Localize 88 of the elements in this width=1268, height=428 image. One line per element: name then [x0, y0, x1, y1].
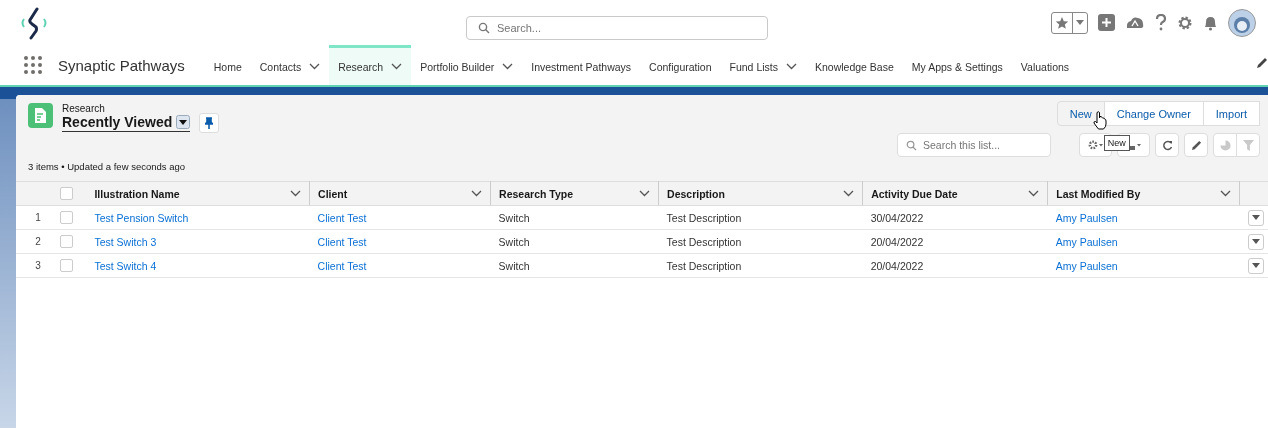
favorites-button[interactable]: [1051, 11, 1088, 34]
list-status-text: 3 items • Updated a few seconds ago: [16, 157, 1268, 181]
pin-button[interactable]: [199, 113, 220, 133]
search-icon: [478, 22, 490, 34]
table-cell: Switch: [490, 205, 659, 230]
nav-tab[interactable]: Configuration: [640, 45, 721, 85]
app-name: Synaptic Pathways: [58, 56, 185, 74]
action-button[interactable]: Import: [1202, 101, 1260, 126]
tooltip: New: [1103, 135, 1130, 151]
row-checkbox[interactable]: [60, 211, 74, 224]
chevron-down-icon[interactable]: [290, 190, 302, 197]
chevron-down-icon[interactable]: [309, 63, 321, 70]
table-cell: 30/04/2022: [862, 205, 1048, 230]
star-icon: [1055, 15, 1069, 30]
cloud-icon[interactable]: [1125, 14, 1145, 31]
search-icon: [906, 140, 917, 151]
avatar-icon[interactable]: [1228, 8, 1256, 37]
table-cell: Test Description: [658, 253, 863, 278]
row-actions-button[interactable]: [1247, 233, 1264, 250]
settings-icon[interactable]: [1177, 14, 1193, 31]
action-button[interactable]: Change Owner: [1103, 101, 1204, 126]
table-cell: 20/04/2022: [862, 253, 1048, 278]
record-link[interactable]: Client Test: [317, 235, 367, 248]
chevron-down-icon[interactable]: [471, 190, 483, 197]
chevron-down-icon[interactable]: [1028, 190, 1040, 197]
row-checkbox[interactable]: [60, 235, 74, 248]
refresh-icon: [1161, 139, 1173, 151]
chevron-down-icon[interactable]: [502, 63, 514, 70]
record-link[interactable]: Amy Paulsen: [1055, 211, 1118, 224]
document-icon: [28, 103, 53, 128]
row-actions-button[interactable]: [1247, 209, 1264, 226]
column-header[interactable]: Last Modified By: [1047, 181, 1240, 206]
caret-icon: [1076, 19, 1084, 26]
filter-icon: [1242, 139, 1254, 151]
nav-tab[interactable]: Home: [204, 45, 251, 85]
chevron-down-icon[interactable]: [639, 190, 651, 197]
nav-tab[interactable]: My Apps & Settings: [902, 45, 1012, 85]
pin-icon: [205, 117, 214, 129]
help-icon[interactable]: [1155, 14, 1167, 31]
add-icon[interactable]: [1098, 14, 1115, 31]
record-link[interactable]: Test Switch 3: [94, 235, 157, 248]
bell-icon[interactable]: [1203, 14, 1218, 31]
nav-tab[interactable]: Fund Lists: [720, 45, 806, 85]
list-search-field[interactable]: Search this list...: [897, 133, 1051, 157]
nav-tab[interactable]: Investment Pathways: [522, 45, 641, 85]
chevron-down-icon[interactable]: [1220, 190, 1232, 197]
search-field[interactable]: Search...: [466, 16, 768, 40]
column-header[interactable]: Client: [309, 181, 491, 206]
chevron-down-icon[interactable]: [786, 63, 797, 70]
record-link[interactable]: Test Switch 4: [94, 259, 157, 272]
caret-down-icon: [1251, 263, 1260, 268]
caret-down-icon: [176, 115, 191, 129]
table-cell: Test Description: [658, 205, 863, 230]
object-label: Research: [62, 103, 106, 114]
row-checkbox[interactable]: [60, 259, 74, 272]
edit-icon[interactable]: [1256, 57, 1268, 69]
list-view-selector[interactable]: Recently Viewed: [62, 114, 191, 132]
hand-cursor-icon: [1092, 111, 1107, 130]
record-link[interactable]: Client Test: [317, 259, 367, 272]
app-launcher-icon[interactable]: [24, 56, 42, 74]
column-header[interactable]: Research Type: [490, 181, 659, 206]
record-link[interactable]: Client Test: [317, 211, 367, 224]
nav-tab[interactable]: Contacts: [250, 45, 330, 85]
record-link[interactable]: Amy Paulsen: [1055, 235, 1118, 248]
nav-tab[interactable]: Research: [329, 45, 412, 85]
chevron-down-icon[interactable]: [391, 63, 403, 70]
select-all-checkbox[interactable]: [60, 187, 74, 200]
pencil-icon: [1190, 139, 1202, 151]
refresh-button[interactable]: [1155, 133, 1179, 157]
table-cell: Switch: [490, 229, 659, 254]
column-header[interactable]: Activity Due Date: [862, 181, 1048, 206]
nav-tab[interactable]: Knowledge Base: [806, 45, 903, 85]
edit-button[interactable]: [1184, 133, 1208, 157]
record-link[interactable]: Test Pension Switch: [94, 211, 189, 224]
chevron-down-icon[interactable]: [843, 190, 855, 197]
row-actions-button[interactable]: [1247, 257, 1264, 274]
column-header[interactable]: Illustration Name: [86, 181, 310, 206]
table-cell: 20/04/2022: [862, 229, 1048, 254]
pie-chart-icon: [1219, 139, 1231, 151]
record-link[interactable]: Amy Paulsen: [1055, 259, 1118, 272]
table-cell: Test Description: [658, 229, 863, 254]
table-cell: Switch: [490, 253, 659, 278]
logo-icon: [20, 5, 48, 40]
nav-tab[interactable]: Valuations: [1011, 45, 1079, 85]
caret-down-icon: [1251, 215, 1260, 220]
caret-down-icon: [1251, 239, 1260, 244]
nav-tab[interactable]: Portfolio Builder: [411, 45, 523, 85]
column-header[interactable]: Description: [658, 181, 863, 206]
